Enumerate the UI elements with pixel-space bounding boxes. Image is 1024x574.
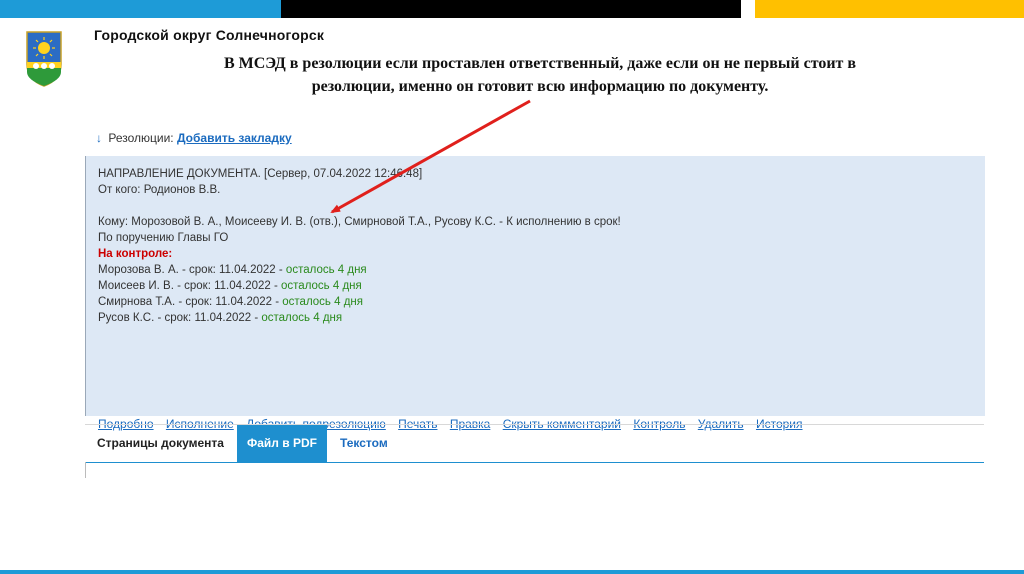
control-person: Морозова В. А. - срок: 11.04.2022 -	[98, 264, 286, 276]
coat-of-arms-icon	[26, 31, 62, 87]
resolution-panel: НАПРАВЛЕНИЕ ДОКУМЕНТА. [Сервер, 07.04.20…	[85, 156, 985, 431]
control-remaining: осталось 4 дня	[281, 280, 362, 292]
resolutions-label: Резолюции:	[108, 131, 174, 145]
control-item: Смирнова Т.А. - срок: 11.04.2022 - остал…	[98, 294, 621, 310]
tabs-underline	[85, 462, 984, 463]
bottom-accent-line	[0, 570, 1024, 574]
down-arrow-icon: ↓	[96, 131, 102, 145]
control-remaining: осталось 4 дня	[285, 264, 367, 276]
instruction-line: По поручению Главы ГО	[98, 232, 229, 244]
org-name: Городской округ Солнечногорск	[94, 27, 325, 43]
msed-screenshot: ↓ Резолюции: Добавить закладку НАПРАВЛЕН…	[85, 127, 985, 478]
resolutions-header: ↓ Резолюции: Добавить закладку	[96, 131, 292, 145]
control-remaining: осталось 4 дня	[261, 312, 343, 324]
control-item: Морозова В. А. - срок: 11.04.2022 - оста…	[98, 262, 621, 278]
top-bar-blue	[0, 0, 281, 18]
control-remaining: осталось 4 дня	[282, 296, 363, 308]
to-line: Кому: Морозовой В. А., Моисееву И. В. (о…	[98, 216, 621, 228]
control-person: Русов К.С. - срок: 11.04.2022 -	[98, 312, 262, 324]
document-tabs: Страницы документа Файл в PDF Текстом	[85, 424, 984, 478]
top-bar-gap	[741, 0, 755, 18]
top-bar-black	[281, 0, 741, 18]
tab-document-pages[interactable]: Страницы документа	[97, 425, 224, 462]
slide-headline: В МСЭД в резолюции если проставлен ответ…	[140, 52, 940, 98]
resolution-text: НАПРАВЛЕНИЕ ДОКУМЕНТА. [Сервер, 07.04.20…	[98, 166, 621, 326]
add-bookmark-link[interactable]: Добавить закладку	[177, 131, 292, 145]
control-item: Русов К.С. - срок: 11.04.2022 - осталось…	[98, 310, 621, 326]
headline-line-2: резолюции, именно он готовит всю информа…	[311, 78, 769, 95]
from-line: От кого: Родионов В.В.	[98, 184, 221, 196]
direction-line: НАПРАВЛЕНИЕ ДОКУМЕНТА. [Сервер, 07.04.20…	[98, 168, 423, 180]
tab-text[interactable]: Текстом	[340, 425, 388, 462]
control-person: Моисеев И. В. - срок: 11.04.2022 -	[98, 280, 282, 292]
headline-line-1: В МСЭД в резолюции если проставлен ответ…	[223, 55, 857, 72]
content-border	[85, 462, 86, 478]
control-item: Моисеев И. В. - срок: 11.04.2022 - остал…	[98, 278, 621, 294]
top-bar-yellow	[755, 0, 1024, 18]
tab-pdf-file[interactable]: Файл в PDF	[237, 425, 327, 462]
control-person: Смирнова Т.А. - срок: 11.04.2022 -	[98, 296, 283, 308]
control-title: На контроле:	[98, 248, 173, 260]
